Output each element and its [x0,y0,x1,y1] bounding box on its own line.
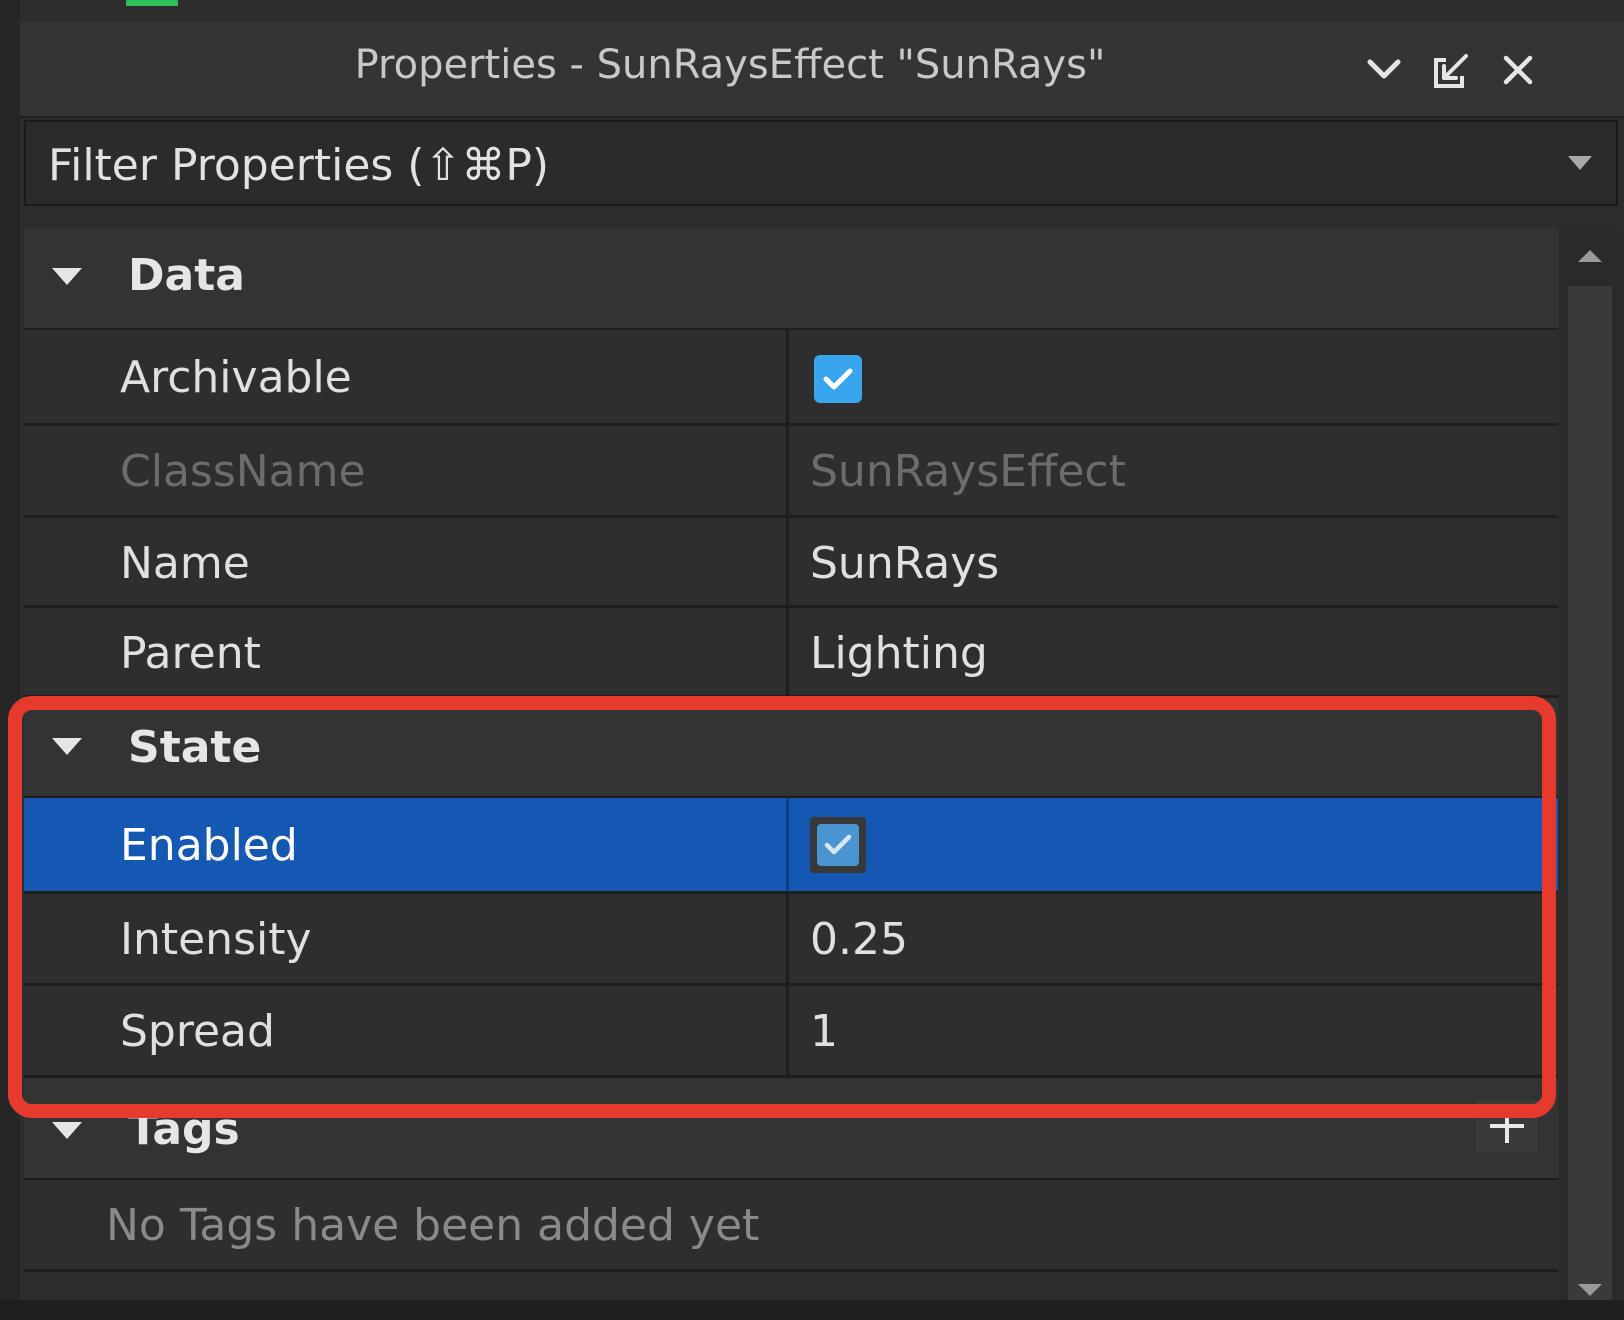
property-value-link[interactable]: Lighting [810,628,988,679]
column-divider [786,986,789,1075]
window-bottom-edge [0,1300,1624,1320]
archivable-checkbox[interactable] [814,355,862,403]
property-row-classname[interactable]: ClassName SunRaysEffect [24,426,1558,518]
property-name: Intensity [120,914,312,965]
property-value-input[interactable]: 0.25 [810,914,908,965]
section-state[interactable]: State [24,698,1558,798]
property-row-intensity[interactable]: Intensity 0.25 [24,894,1558,986]
enabled-checkbox[interactable] [810,817,866,873]
scroll-up-icon[interactable] [1578,250,1602,262]
triangle-down-icon[interactable] [52,268,82,285]
studio-window: Properties - SunRaysEffect "SunRays" Fil… [0,0,1624,1320]
property-row-archivable[interactable]: Archivable [24,330,1558,426]
property-name: Name [120,538,250,589]
property-name: Spread [120,1006,275,1057]
no-tags-message: No Tags have been added yet [106,1200,760,1251]
explorer-remnant [0,0,1624,22]
section-tags[interactable]: Tags [24,1078,1558,1180]
section-label: State [128,722,262,773]
section-label: Tags [128,1104,240,1155]
property-row-parent[interactable]: Parent Lighting [24,608,1558,698]
property-value-input[interactable]: SunRays [810,538,999,589]
property-name: Enabled [120,820,298,871]
properties-grid: Data Archivable ClassName SunRaysEffect … [24,228,1558,1314]
property-row-enabled[interactable]: Enabled [24,798,1558,894]
add-tag-button[interactable] [1476,1100,1538,1152]
tags-empty-row: No Tags have been added yet [24,1180,1558,1272]
triangle-down-icon[interactable] [52,1122,82,1139]
column-divider [786,798,789,891]
section-label: Data [128,250,245,301]
property-name: ClassName [120,446,366,497]
dock-icon[interactable] [1424,44,1476,96]
scrollbar-thumb[interactable] [1568,286,1612,1316]
column-divider [786,608,789,695]
panel-title: Properties - SunRaysEffect "SunRays" [354,42,1106,88]
property-value: SunRaysEffect [810,446,1126,497]
column-divider [786,894,789,983]
panel-titlebar: Properties - SunRaysEffect "SunRays" [20,22,1624,118]
chevron-down-icon[interactable] [1358,44,1410,96]
property-name: Archivable [120,352,352,403]
window-edge [0,0,20,1320]
vertical-scrollbar[interactable] [1560,228,1618,1316]
filter-placeholder: Filter Properties (⇧⌘P) [48,140,550,191]
property-row-name[interactable]: Name SunRays [24,518,1558,608]
property-name: Parent [120,628,261,679]
filter-dropdown-icon[interactable] [1568,156,1592,170]
close-icon[interactable] [1492,44,1544,96]
column-divider [786,330,789,423]
triangle-down-icon[interactable] [52,738,82,755]
property-row-spread[interactable]: Spread 1 [24,986,1558,1078]
filter-properties-input[interactable]: Filter Properties (⇧⌘P) [24,120,1618,206]
scroll-down-icon[interactable] [1578,1284,1602,1296]
script-icon [126,0,178,6]
plus-icon [1505,1109,1509,1143]
section-data[interactable]: Data [24,228,1558,330]
column-divider [786,426,789,515]
property-value-input[interactable]: 1 [810,1006,838,1057]
column-divider [786,518,789,605]
